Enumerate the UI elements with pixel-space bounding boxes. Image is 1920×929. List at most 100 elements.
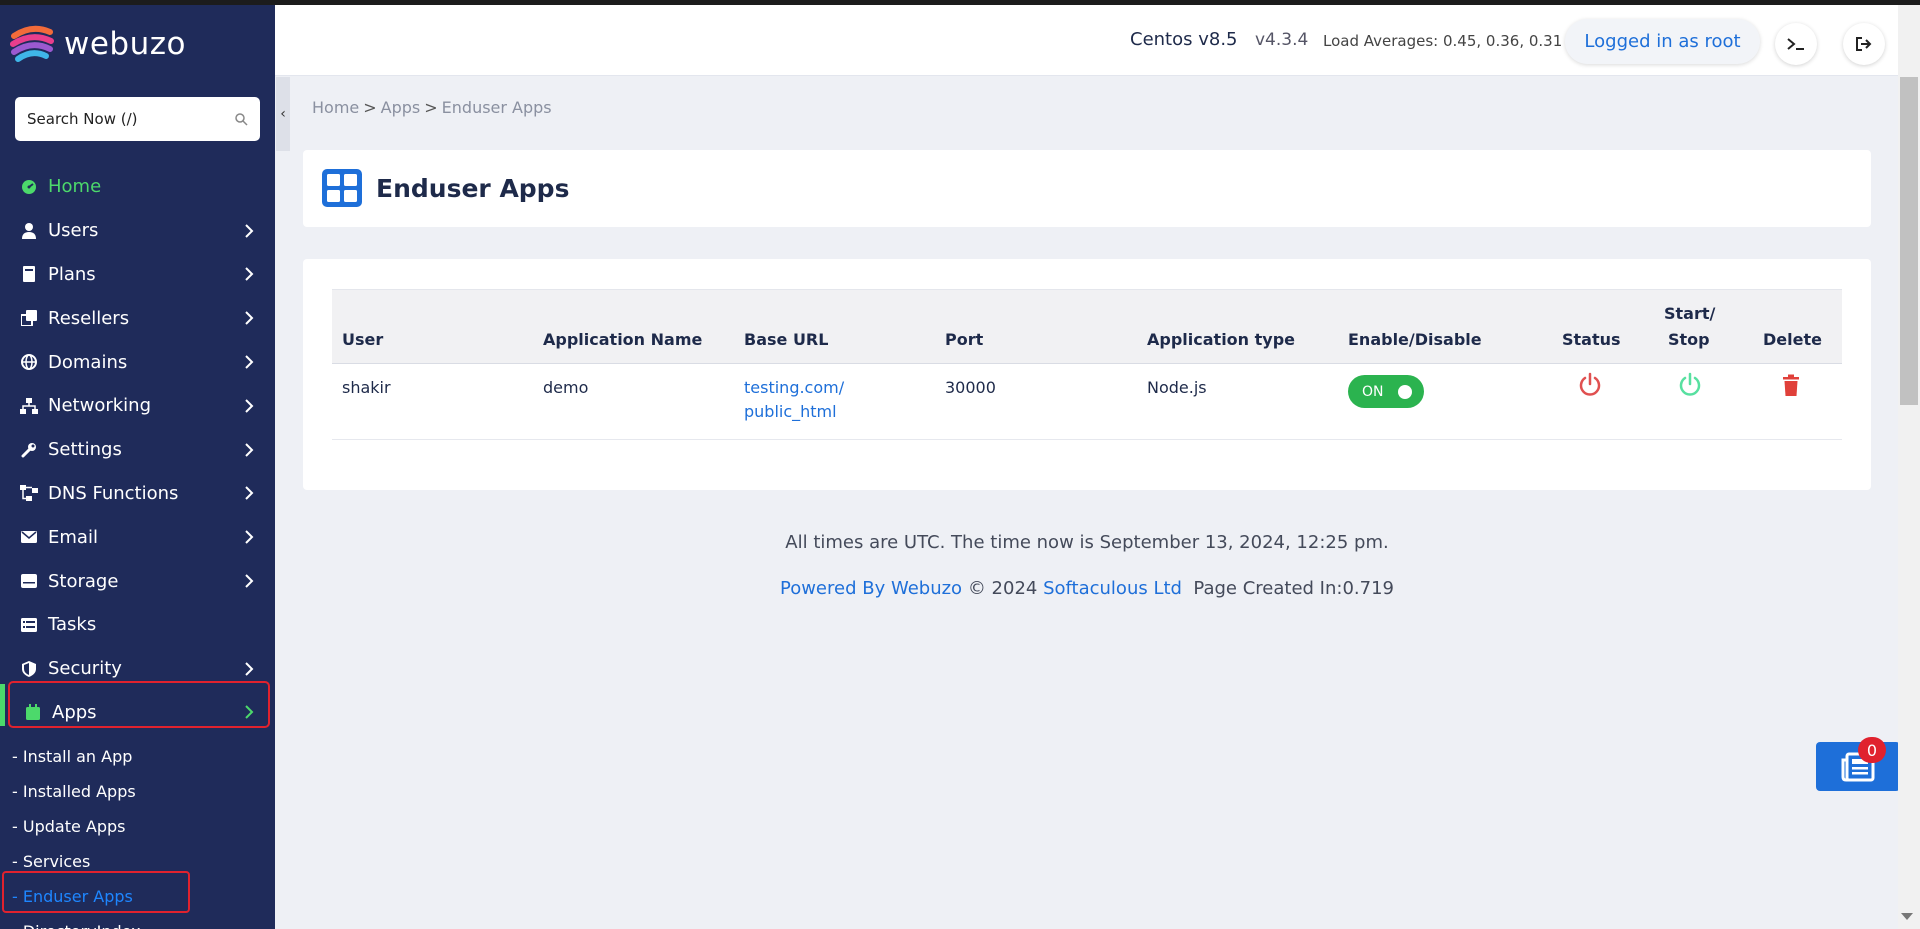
chevron-right-icon: [245, 530, 254, 544]
sidebar-item-label: Domains: [48, 351, 128, 373]
shield-icon: [20, 660, 38, 678]
cell-base-url: testing.com/public_html: [744, 376, 844, 424]
logged-in-button[interactable]: Logged in as root: [1565, 19, 1760, 64]
scrollbar-thumb[interactable]: [1900, 77, 1918, 405]
sidebar-item-storage[interactable]: Storage: [0, 559, 275, 603]
breadcrumb-separator: >: [363, 98, 377, 117]
enable-toggle[interactable]: ON: [1348, 375, 1424, 408]
submenu-update-apps[interactable]: - Update Apps: [0, 809, 275, 844]
powered-by-link[interactable]: Powered By Webuzo: [780, 578, 962, 599]
footer-credits: Powered By Webuzo © 2024 Softaculous Ltd…: [303, 578, 1871, 599]
table-row: shakir demo testing.com/public_html 3000…: [332, 364, 1842, 440]
brand-logo[interactable]: webuzo: [10, 19, 186, 69]
sitemap-icon: [20, 484, 38, 502]
col-header-stop: Stop: [1668, 330, 1710, 349]
cell-application-type: Node.js: [1147, 378, 1207, 397]
col-header-enable-disable: Enable/Disable: [1348, 330, 1482, 349]
active-indicator: [0, 684, 5, 726]
col-header-status: Status: [1562, 330, 1621, 349]
submenu-install-app[interactable]: - Install an App: [0, 739, 275, 774]
search-icon[interactable]: [234, 112, 248, 126]
cell-port: 30000: [945, 378, 996, 397]
base-url-line-2: public_html: [744, 402, 837, 421]
sidebar-item-label: Security: [48, 658, 122, 680]
list-icon: [20, 616, 38, 634]
breadcrumb: Home > Apps > Enduser Apps: [312, 98, 552, 117]
delete-trash-icon[interactable]: [1778, 372, 1804, 398]
sidebar-item-tasks[interactable]: Tasks: [0, 603, 275, 647]
chevron-right-icon: [245, 311, 254, 325]
book-icon: [20, 265, 38, 283]
sidebar-item-home[interactable]: Home: [0, 165, 275, 209]
chevron-right-icon: [245, 574, 254, 588]
sidebar-item-label: Networking: [48, 395, 151, 417]
globe-icon: [20, 353, 38, 371]
sidebar-item-networking[interactable]: Networking: [0, 384, 275, 428]
scroll-down-arrow-icon[interactable]: [1901, 913, 1913, 920]
sidebar-item-label: Resellers: [48, 307, 130, 329]
submenu-directory-index[interactable]: - DirectoryIndex: [0, 914, 275, 929]
terminal-button[interactable]: [1775, 23, 1817, 65]
terminal-icon: [1787, 38, 1804, 50]
webuzo-version: v4.3.4: [1255, 30, 1309, 50]
sidebar-item-settings[interactable]: Settings: [0, 428, 275, 472]
os-version: Centos v8.5: [1130, 29, 1238, 50]
wrench-icon: [20, 441, 38, 459]
sidebar-item-label: Settings: [48, 439, 122, 461]
submenu-installed-apps[interactable]: - Installed Apps: [0, 774, 275, 809]
sidebar-item-domains[interactable]: Domains: [0, 340, 275, 384]
base-url-line-1: testing.com/: [744, 378, 845, 397]
footer-time: All times are UTC. The time now is Septe…: [785, 532, 1389, 553]
chevron-right-icon: [245, 661, 254, 676]
sidebar-item-label: DNS Functions: [48, 482, 179, 504]
sidebar-item-dns-functions[interactable]: DNS Functions: [0, 472, 275, 516]
sidebar-collapse-toggle[interactable]: ‹: [276, 77, 290, 151]
sidebar-item-resellers[interactable]: Resellers: [0, 296, 275, 340]
chevron-right-icon: [245, 442, 254, 457]
grid-icon: [322, 169, 362, 207]
sidebar-item-users[interactable]: Users: [0, 209, 275, 253]
brand-name: webuzo: [64, 26, 186, 62]
sidebar-nav: Home Users Plans Resellers Domains Netwo…: [0, 165, 275, 734]
status-power-icon[interactable]: [1577, 372, 1603, 398]
chevron-right-icon: [245, 399, 254, 413]
network-icon: [20, 397, 38, 415]
page-title-card: Enduser Apps: [303, 150, 1871, 227]
cell-user: shakir: [342, 378, 391, 397]
user-icon: [20, 222, 38, 240]
sidebar-item-plans[interactable]: Plans: [0, 253, 275, 297]
table-header: User Application Name Base URL Port Appl…: [332, 289, 1842, 364]
enduser-apps-card: User Application Name Base URL Port Appl…: [303, 259, 1871, 490]
search-box: [15, 97, 260, 141]
notification-badge: 0: [1858, 737, 1886, 763]
page-title: Enduser Apps: [376, 174, 570, 203]
sidebar-item-label: Tasks: [48, 614, 97, 636]
start-stop-power-icon[interactable]: [1677, 372, 1703, 398]
logout-button[interactable]: [1843, 23, 1885, 65]
col-header-base-url: Base URL: [744, 330, 829, 349]
sidebar-item-email[interactable]: Email: [0, 515, 275, 559]
sidebar-item-label: Email: [48, 526, 98, 548]
search-input[interactable]: [27, 110, 234, 128]
base-url-link[interactable]: testing.com/public_html: [744, 378, 844, 421]
col-header-start: Start/: [1664, 304, 1716, 323]
softaculous-link[interactable]: Softaculous Ltd: [1043, 578, 1182, 599]
chevron-right-icon: [245, 223, 254, 238]
breadcrumb-apps[interactable]: Apps: [381, 98, 421, 117]
sidebar-item-label: Storage: [48, 570, 119, 592]
breadcrumb-current: Enduser Apps: [441, 98, 552, 117]
col-header-application-type: Application type: [1147, 330, 1296, 349]
webuzo-logo-icon: [10, 25, 54, 62]
col-header-port: Port: [945, 330, 984, 349]
hard-drive-icon: [20, 572, 38, 590]
col-header-application-name: Application Name: [543, 330, 703, 349]
breadcrumb-separator: >: [424, 98, 438, 117]
breadcrumb-home[interactable]: Home: [312, 98, 359, 117]
sidebar-item-label: Home: [48, 176, 102, 198]
chevron-right-icon: [245, 355, 254, 369]
dashboard-icon: [20, 178, 38, 196]
chevron-right-icon: [245, 486, 254, 501]
highlight-box-apps: [8, 681, 270, 728]
toggle-knob: [1398, 385, 1412, 399]
enduser-apps-table: User Application Name Base URL Port Appl…: [332, 289, 1842, 440]
